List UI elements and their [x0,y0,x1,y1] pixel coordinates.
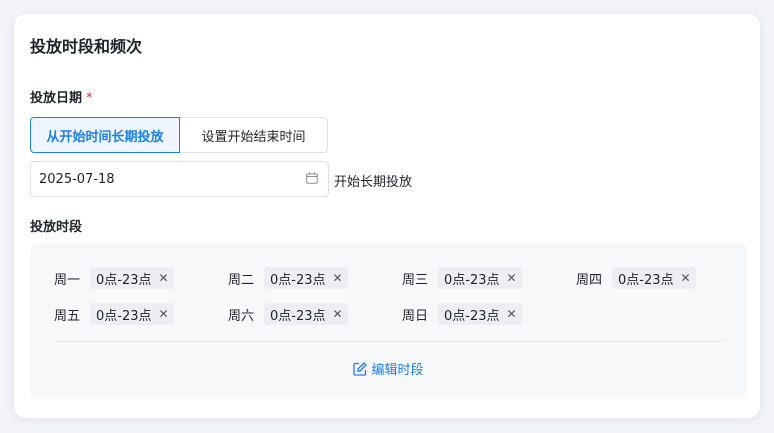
divider [54,341,723,342]
slot-day: 周日 [402,308,429,324]
slot-range-tag: 0点-23点 ✕ [264,303,348,325]
schedule-date-label-text: 投放日期 [30,91,83,106]
slot-range: 0点-23点 [96,272,152,288]
slot-range: 0点-23点 [96,308,152,324]
option-start-end[interactable]: 设置开始结束时间 [180,117,328,153]
slot-item: 周二 0点-23点 ✕ [228,267,348,289]
slot-day: 周五 [54,308,81,324]
section-title: 投放时段和频次 [30,37,143,56]
slot-item: 周六 0点-23点 ✕ [228,303,348,325]
start-date-picker[interactable]: 2025-07-18 [30,161,329,197]
remove-icon[interactable]: ✕ [507,272,517,284]
required-mark: * [86,91,93,106]
edit-time-slots-label: 编辑时段 [371,363,424,378]
slot-item: 周四 0点-23点 ✕ [576,267,696,289]
slot-range-tag: 0点-23点 ✕ [264,267,348,289]
slot-item: 周三 0点-23点 ✕ [402,267,522,289]
schedule-mode-toggle: 从开始时间长期投放 设置开始结束时间 [30,117,328,153]
slot-range-tag: 0点-23点 ✕ [612,267,696,289]
option-long-term[interactable]: 从开始时间长期投放 [30,117,180,153]
remove-icon[interactable]: ✕ [159,272,169,284]
start-date-value: 2025-07-18 [39,171,115,187]
slot-day: 周三 [402,272,429,288]
time-slots-panel: 周一 0点-23点 ✕ 周二 0点-23点 ✕ 周三 0点-23点 ✕ 周四 0点-2… [30,243,747,398]
remove-icon[interactable]: ✕ [333,308,343,320]
schedule-date-label: 投放日期 * [30,87,93,106]
edit-time-slots-link[interactable]: 编辑时段 [30,359,747,378]
slot-item: 周日 0点-23点 ✕ [402,303,522,325]
slot-range: 0点-23点 [444,308,500,324]
slot-item: 周五 0点-23点 ✕ [54,303,174,325]
remove-icon[interactable]: ✕ [159,308,169,320]
slot-range: 0点-23点 [270,272,326,288]
slot-range-tag: 0点-23点 ✕ [438,267,522,289]
remove-icon[interactable]: ✕ [681,272,691,284]
slot-day: 周六 [228,308,255,324]
remove-icon[interactable]: ✕ [333,272,343,284]
calendar-icon [306,172,318,184]
slot-day: 周一 [54,272,81,288]
time-slots-label: 投放时段 [30,220,83,235]
slot-range-tag: 0点-23点 ✕ [438,303,522,325]
remove-icon[interactable]: ✕ [507,308,517,320]
slot-range: 0点-23点 [444,272,500,288]
edit-icon [353,361,368,376]
slot-range-tag: 0点-23点 ✕ [90,303,174,325]
slot-range-tag: 0点-23点 ✕ [90,267,174,289]
slot-range: 0点-23点 [270,308,326,324]
date-suffix-text: 开始长期投放 [334,175,413,190]
slot-day: 周四 [576,272,603,288]
slot-item: 周一 0点-23点 ✕ [54,267,174,289]
schedule-card: 投放时段和频次 投放日期 * 从开始时间长期投放 设置开始结束时间 2025-07… [14,14,760,418]
slot-day: 周二 [228,272,255,288]
slot-range: 0点-23点 [618,272,674,288]
